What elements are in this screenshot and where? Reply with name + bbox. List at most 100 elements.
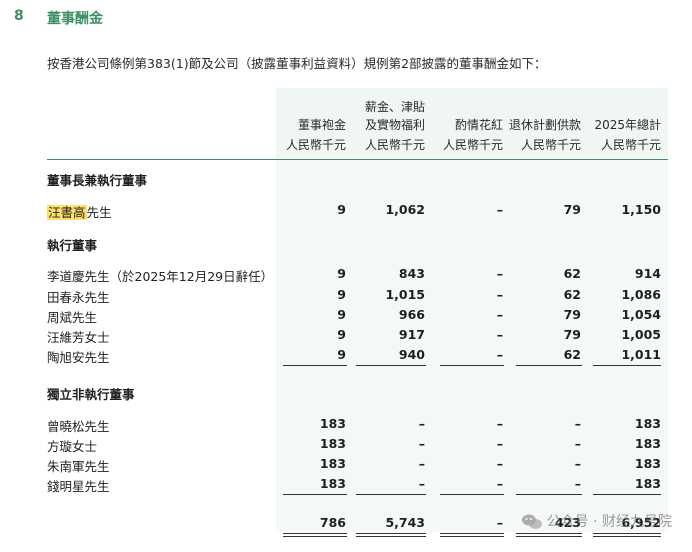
cell-salary: –: [418, 416, 425, 431]
director-name: 汪書高先生: [47, 202, 112, 221]
section-number: 8: [14, 8, 24, 24]
cell-salary: 917: [398, 327, 425, 342]
name-suffix: 先生: [86, 205, 112, 220]
director-name: 朱南軍先生: [47, 459, 110, 474]
subtotal-rule: [440, 365, 504, 366]
subtotal-rule: [356, 494, 426, 495]
subtotal-rule: [516, 494, 582, 495]
director-name: 周斌先生: [47, 310, 98, 325]
cell-bonus: –: [496, 202, 503, 217]
cell-bonus: –: [496, 347, 503, 362]
subtotal-rule: [283, 494, 347, 495]
total-double-rule: [593, 533, 661, 537]
col5-unit: 人民幣千元: [600, 138, 661, 152]
cell-pension: –: [574, 416, 581, 431]
cell-bonus: –: [496, 456, 503, 471]
cell-fee: 183: [319, 436, 346, 451]
watermark: 公众号 · 财经九号院: [521, 511, 672, 531]
subtotal-rule: [593, 365, 661, 366]
wechat-icon: [521, 513, 543, 531]
col2-unit: 人民幣千元: [364, 138, 425, 152]
total-double-rule: [516, 533, 582, 537]
total-bonus: –: [496, 515, 503, 530]
group-title-executive: 執行董事: [47, 238, 98, 253]
cell-salary: 966: [398, 307, 425, 322]
cell-bonus: –: [496, 436, 503, 451]
cell-salary: 1,015: [385, 287, 425, 302]
director-name: 李道慶先生（於2025年12月29日辭任）: [47, 269, 274, 284]
cell-pension: 79: [563, 202, 581, 217]
cell-pension: 62: [563, 266, 581, 281]
highlighted-name: 汪書高: [47, 205, 87, 220]
cell-fee: 183: [319, 456, 346, 471]
intro-paragraph: 按香港公司條例第383(1)節及公司（披露董事利益資料）規例第2部披露的董事酬金…: [47, 56, 547, 71]
col2-line1: 薪金、津貼: [364, 100, 425, 114]
watermark-text: 公众号 · 财经九号院: [546, 514, 672, 530]
cell-fee: 9: [337, 287, 346, 302]
cell-bonus: –: [496, 327, 503, 342]
director-name: 陶旭安先生: [47, 350, 110, 365]
cell-bonus: –: [496, 307, 503, 322]
cell-salary: 1,062: [385, 202, 425, 217]
section-title: 董事酬金: [47, 11, 103, 27]
total-salary: 5,743: [385, 515, 425, 530]
col3-unit: 人民幣千元: [442, 138, 503, 152]
cell-salary: –: [418, 456, 425, 471]
cell-salary: –: [418, 476, 425, 491]
subtotal-rule: [516, 365, 582, 366]
cell-total: 1,005: [621, 327, 661, 342]
cell-total: 1,150: [621, 202, 661, 217]
cell-fee: 183: [319, 416, 346, 431]
cell-bonus: –: [496, 266, 503, 281]
subtotal-rule: [283, 365, 347, 366]
cell-bonus: –: [496, 287, 503, 302]
col4-line2: 退休計劃供款: [508, 118, 581, 132]
director-name: 曾曉松先生: [47, 419, 110, 434]
cell-pension: –: [574, 456, 581, 471]
col5-line2: 2025年總計: [594, 118, 661, 132]
director-name: 田春永先生: [47, 290, 110, 305]
cell-fee: 9: [337, 202, 346, 217]
cell-pension: 79: [563, 327, 581, 342]
cell-fee: 183: [319, 476, 346, 491]
cell-salary: 940: [398, 347, 425, 362]
total-fee: 786: [319, 515, 346, 530]
cell-bonus: –: [496, 476, 503, 491]
cell-total: 183: [634, 416, 661, 431]
cell-total: 183: [634, 456, 661, 471]
director-name: 汪維芳女士: [47, 330, 110, 345]
col4-unit: 人民幣千元: [520, 138, 581, 152]
subtotal-rule: [593, 494, 661, 495]
cell-total: 1,086: [621, 287, 661, 302]
cell-fee: 9: [337, 307, 346, 322]
director-name: 錢明星先生: [47, 479, 110, 494]
subtotal-rule: [356, 365, 426, 366]
cell-pension: 79: [563, 307, 581, 322]
cell-fee: 9: [337, 266, 346, 281]
cell-salary: –: [418, 436, 425, 451]
col1-unit: 人民幣千元: [285, 138, 346, 152]
cell-fee: 9: [337, 347, 346, 362]
cell-salary: 843: [398, 266, 425, 281]
col2-line2: 及實物福利: [364, 118, 425, 132]
cell-fee: 9: [337, 327, 346, 342]
subtotal-rule: [440, 494, 504, 495]
cell-pension: 62: [563, 347, 581, 362]
cell-total: 1,054: [621, 307, 661, 322]
total-double-rule: [356, 533, 426, 537]
cell-pension: –: [574, 436, 581, 451]
col1-line2: 董事袍金: [297, 118, 346, 132]
total-double-rule: [283, 533, 347, 537]
cell-pension: –: [574, 476, 581, 491]
col3-line2: 酌情花紅: [454, 118, 503, 132]
director-name: 方璇女士: [47, 439, 98, 454]
total-double-rule: [440, 533, 504, 537]
cell-total: 1,011: [621, 347, 661, 362]
cell-total: 183: [634, 436, 661, 451]
group-title-chairman: 董事長兼執行董事: [47, 173, 148, 188]
cell-total: 183: [634, 476, 661, 491]
cell-total: 914: [634, 266, 661, 281]
cell-pension: 62: [563, 287, 581, 302]
group-title-independent: 獨立非執行董事: [47, 387, 135, 402]
cell-bonus: –: [496, 416, 503, 431]
